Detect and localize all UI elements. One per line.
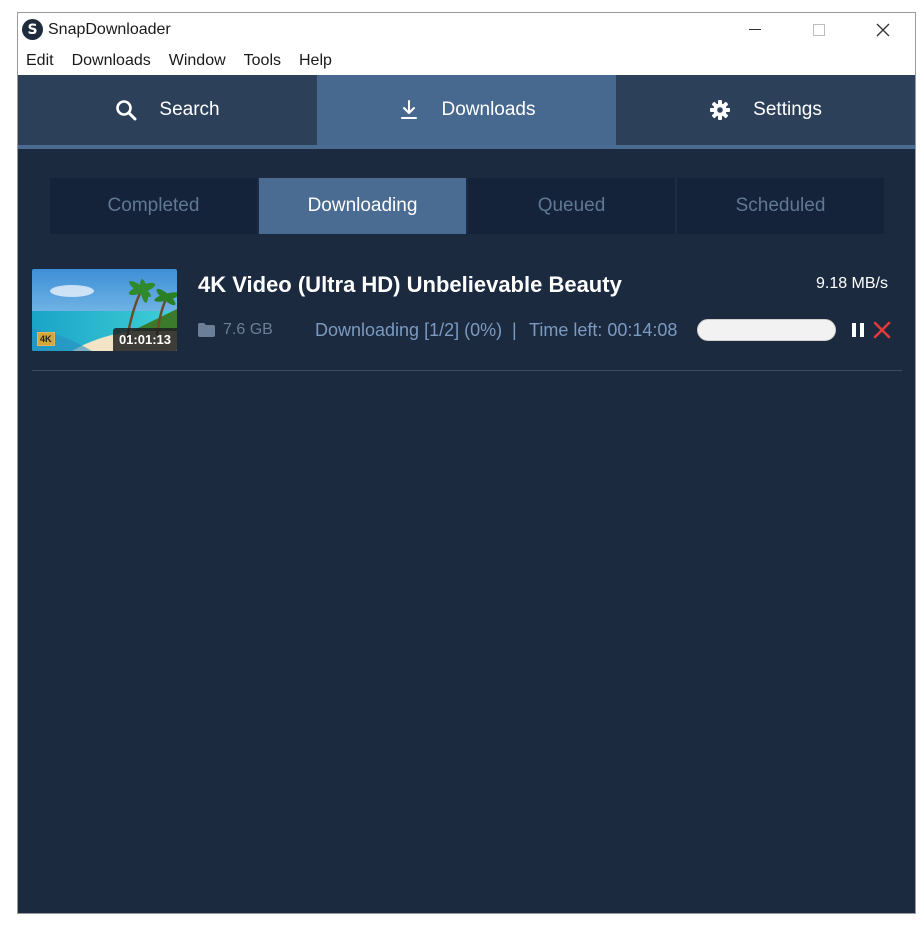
menu-window[interactable]: Window	[169, 52, 226, 70]
download-filter-tabs: Completed Downloading Queued Scheduled	[50, 178, 884, 234]
nav-underline	[18, 145, 915, 149]
minimize-button[interactable]	[723, 13, 787, 46]
pause-button[interactable]	[850, 321, 866, 339]
tab-settings[interactable]: Settings	[616, 75, 915, 145]
menu-downloads[interactable]: Downloads	[72, 52, 151, 70]
cancel-icon[interactable]	[873, 321, 891, 339]
subtab-queued[interactable]: Queued	[468, 178, 677, 234]
status-separator: |	[512, 320, 517, 340]
pause-icon-bar	[860, 323, 864, 337]
download-icon	[400, 100, 417, 119]
app-window: S SnapDownloader Edit Downloads Window T…	[17, 12, 916, 914]
tab-search-label: Search	[159, 99, 220, 120]
close-button[interactable]	[851, 13, 915, 46]
file-size: 7.6 GB	[223, 321, 273, 338]
menu-help[interactable]: Help	[299, 52, 332, 70]
window-title: SnapDownloader	[48, 21, 171, 38]
menu-bar: Edit Downloads Window Tools Help	[18, 46, 915, 75]
minimize-icon	[749, 29, 761, 30]
download-title: 4K Video (Ultra HD) Unbelievable Beauty	[198, 272, 622, 297]
row-divider	[32, 370, 902, 371]
menu-tools[interactable]: Tools	[244, 52, 281, 70]
pause-icon-bar	[852, 323, 856, 337]
subtab-scheduled[interactable]: Scheduled	[677, 178, 884, 234]
download-speed: 9.18 MB/s	[815, 275, 888, 292]
folder-icon[interactable]	[198, 323, 215, 337]
main-nav: Search Downloads Settings	[18, 75, 915, 145]
gear-icon	[710, 100, 731, 120]
menu-edit[interactable]: Edit	[26, 52, 54, 70]
tab-search[interactable]: Search	[18, 75, 317, 145]
maximize-button[interactable]	[787, 13, 851, 46]
subtab-completed[interactable]: Completed	[50, 178, 259, 234]
app-logo-icon: S	[22, 19, 43, 40]
4k-badge: 4K	[37, 332, 55, 346]
close-icon	[876, 23, 890, 36]
video-thumbnail[interactable]: 4K 01:01:13	[32, 269, 177, 351]
maximize-icon	[813, 23, 825, 36]
tab-settings-label: Settings	[753, 99, 822, 120]
search-icon	[116, 100, 137, 121]
title-bar: S SnapDownloader	[18, 13, 915, 46]
download-item: 4K 01:01:13 4K Video (Ultra HD) Unbeliev…	[32, 267, 904, 377]
download-status: Downloading [1/2] (0%)	[315, 320, 503, 340]
video-duration: 01:01:13	[112, 328, 177, 351]
time-left: Time left: 00:14:08	[529, 320, 678, 340]
subtab-downloading[interactable]: Downloading	[259, 178, 468, 234]
tab-downloads[interactable]: Downloads	[317, 75, 616, 145]
tab-downloads-label: Downloads	[441, 99, 536, 120]
progress-bar	[697, 319, 836, 341]
